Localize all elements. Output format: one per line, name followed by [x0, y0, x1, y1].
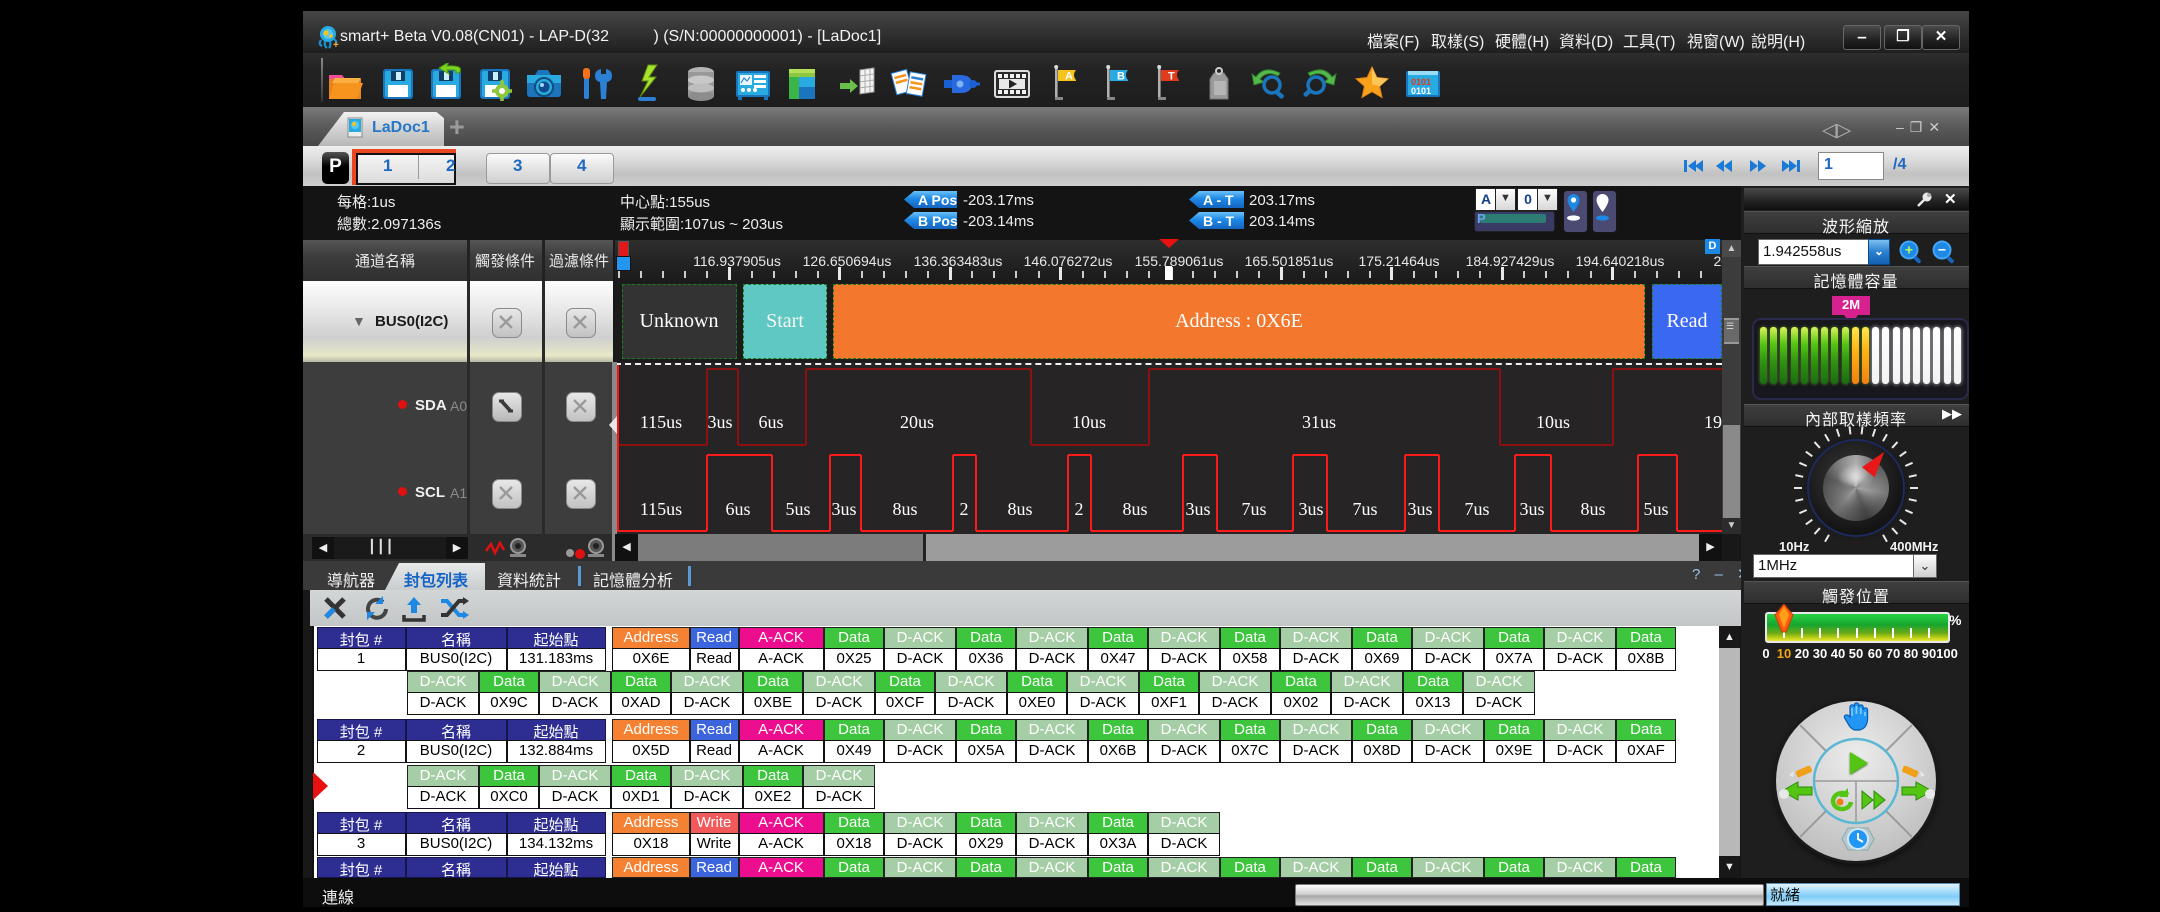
svg-text:0101: 0101: [1411, 86, 1431, 96]
svg-text:T: T: [1168, 71, 1175, 83]
svg-text:B: B: [1117, 71, 1125, 83]
svg-text:+: +: [1905, 242, 1913, 258]
svg-text:+: +: [333, 40, 339, 50]
svg-text:−: −: [1938, 242, 1946, 258]
svg-text:A: A: [1065, 71, 1073, 83]
